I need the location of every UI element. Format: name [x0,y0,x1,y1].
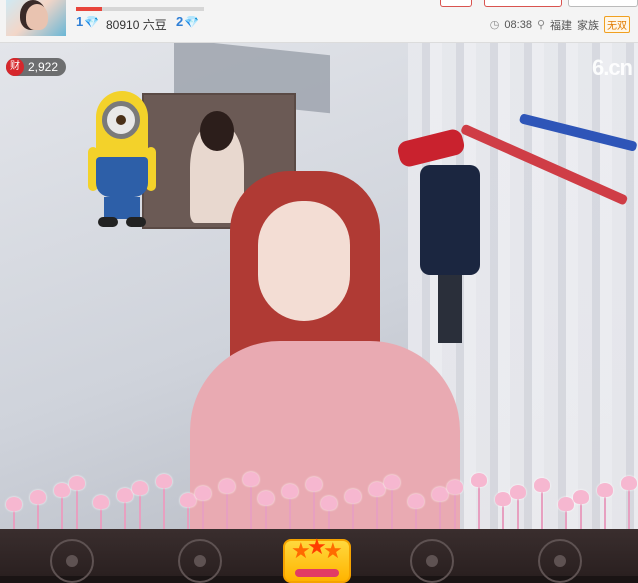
flower-icon [597,483,613,497]
beans-count: 80910 六豆 [106,18,167,32]
flower-stem [187,507,189,529]
diamond-icon: 💎 [84,15,100,29]
flower-icon [30,490,46,504]
wealth-badge[interactable]: 财 2,922 [6,58,67,76]
flower-icon [69,476,85,490]
location-text: 福建 [550,19,572,32]
flower-stem [163,488,165,529]
family-label[interactable]: 家族 [577,17,599,33]
top-buttons [440,0,638,7]
flower-stem [250,486,252,529]
flower-stem [454,494,456,529]
clock-icon: ◷ [489,19,500,31]
wealth-icon: 财 [6,58,24,76]
top-info-bar: 1💎 80910 六豆 2💎 ◷ 08:38 ⚲ 福建 家族 无双 [0,0,638,43]
flower-icon [243,472,259,486]
flower-icon [93,495,109,509]
flower-icon [195,486,211,500]
flower-icon [156,474,172,488]
flower-stem [37,504,39,529]
flower-stem [202,500,204,529]
level-left: 1💎 [76,14,99,29]
flower-stem [124,502,126,529]
diamond-icon: 💎 [184,15,200,29]
flower-stem [13,511,15,529]
flower-stem [61,497,63,529]
location-pin-icon: ⚲ [536,19,545,31]
family-badge[interactable]: 无双 [604,16,630,33]
flower-icon [408,494,424,508]
level-progress-bar [76,7,204,11]
flower-stem [265,505,267,529]
flower-stem [226,493,228,529]
flower-icon [369,482,385,496]
flower-stem [604,497,606,529]
flower-icon [432,487,448,501]
bottom-toolbar: ★ ★ ★ [0,529,638,583]
flower-stem [289,498,291,529]
flower-icon [621,476,637,490]
flower-icon [447,480,463,494]
video-stream[interactable]: 财 2,922 6.cn [0,43,638,529]
level-progress-fill [76,7,102,11]
flower-icon [573,490,589,504]
toolbar-button-4[interactable] [410,539,454,583]
flower-stem [313,491,315,529]
minion-sticker [84,87,162,243]
star-icon: ★ [323,539,343,564]
flower-stem [502,506,504,529]
flower-icon [180,493,196,507]
flower-icon [54,483,70,497]
flower-icon [132,481,148,495]
flower-icon [345,489,361,503]
flower-icon [495,492,511,506]
flower-icon [258,491,274,505]
level-right-value: 2 [176,14,184,29]
toolbar-button-1[interactable] [50,539,94,583]
avatar[interactable] [6,0,66,36]
flower-icon [321,496,337,510]
flower-icon [471,473,487,487]
flower-stem [580,504,582,529]
flower-icon [6,497,22,511]
flower-stem [517,499,519,529]
flower-icon [534,478,550,492]
flower-stem [439,501,441,529]
level-left-value: 1 [76,14,84,29]
flower-icon [282,484,298,498]
toolbar-button-5[interactable] [538,539,582,583]
top-tab-button[interactable] [568,0,638,7]
flower-icon [219,479,235,493]
flower-icon [306,477,322,491]
flower-stem [76,490,78,529]
time-text: 08:38 [504,18,532,31]
star-gift-button[interactable]: ★ ★ ★ [283,535,351,583]
flower-stem [391,489,393,529]
watermark-logo: 6.cn [591,55,633,80]
flower-stem [628,490,630,529]
level-right: 2💎 [176,14,199,29]
flower-icon [117,488,133,502]
flower-overlay [0,459,638,529]
flower-icon [558,497,574,511]
wealth-count: 2,922 [28,60,59,74]
top-tab-button[interactable] [484,0,562,7]
top-tab-button[interactable] [440,0,472,7]
microphone [404,155,494,345]
flower-stem [478,487,480,529]
flower-stem [376,496,378,529]
flower-icon [384,475,400,489]
flower-stem [139,495,141,529]
toolbar-button-2[interactable] [178,539,222,583]
room-meta: ◷ 08:38 ⚲ 福建 家族 无双 [490,16,630,33]
flower-icon [510,485,526,499]
flower-stem [328,510,330,529]
flower-stem [352,503,354,529]
flower-stem [565,511,567,529]
flower-stem [415,508,417,529]
flower-stem [541,492,543,529]
flower-stem [100,509,102,529]
